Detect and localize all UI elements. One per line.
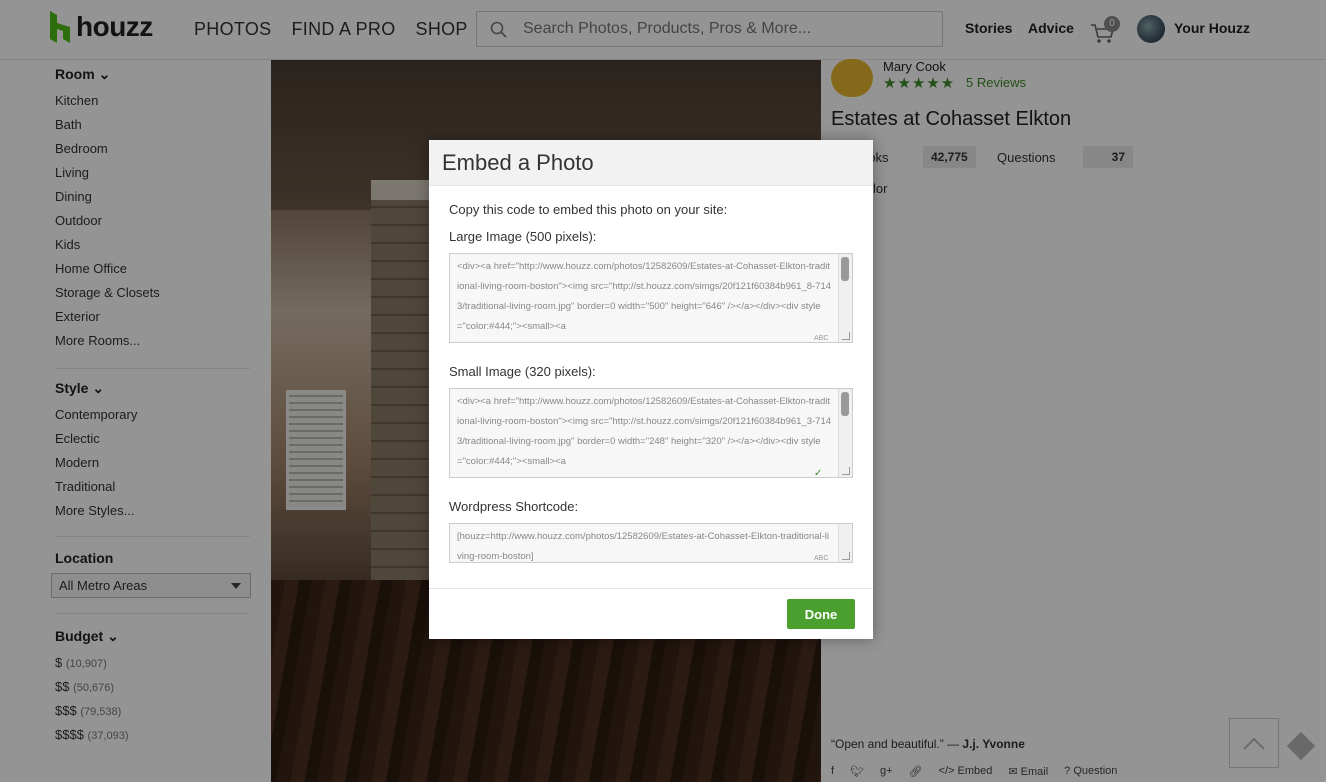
done-button[interactable]: Done [787, 599, 855, 629]
embed-instructions: Copy this code to embed this photo on yo… [449, 202, 728, 217]
dialog-title: Embed a Photo [442, 150, 594, 175]
wordpress-label: Wordpress Shortcode: [449, 499, 579, 514]
scrollbar[interactable] [838, 254, 852, 342]
embed-photo-dialog: Embed a Photo Copy this code to embed th… [429, 140, 873, 639]
small-image-code[interactable]: <div><a href="http://www.houzz.com/photo… [449, 388, 853, 478]
dialog-footer-divider [429, 588, 873, 589]
wordpress-shortcode[interactable]: [houzz=http://www.houzz.com/photos/12582… [449, 523, 853, 563]
dialog-header: Embed a Photo [429, 140, 873, 186]
large-image-label: Large Image (500 pixels): [449, 229, 597, 244]
large-image-code[interactable]: <div><a href="http://www.houzz.com/photo… [449, 253, 853, 343]
scrollbar[interactable] [838, 389, 852, 477]
small-image-label: Small Image (320 pixels): [449, 364, 596, 379]
